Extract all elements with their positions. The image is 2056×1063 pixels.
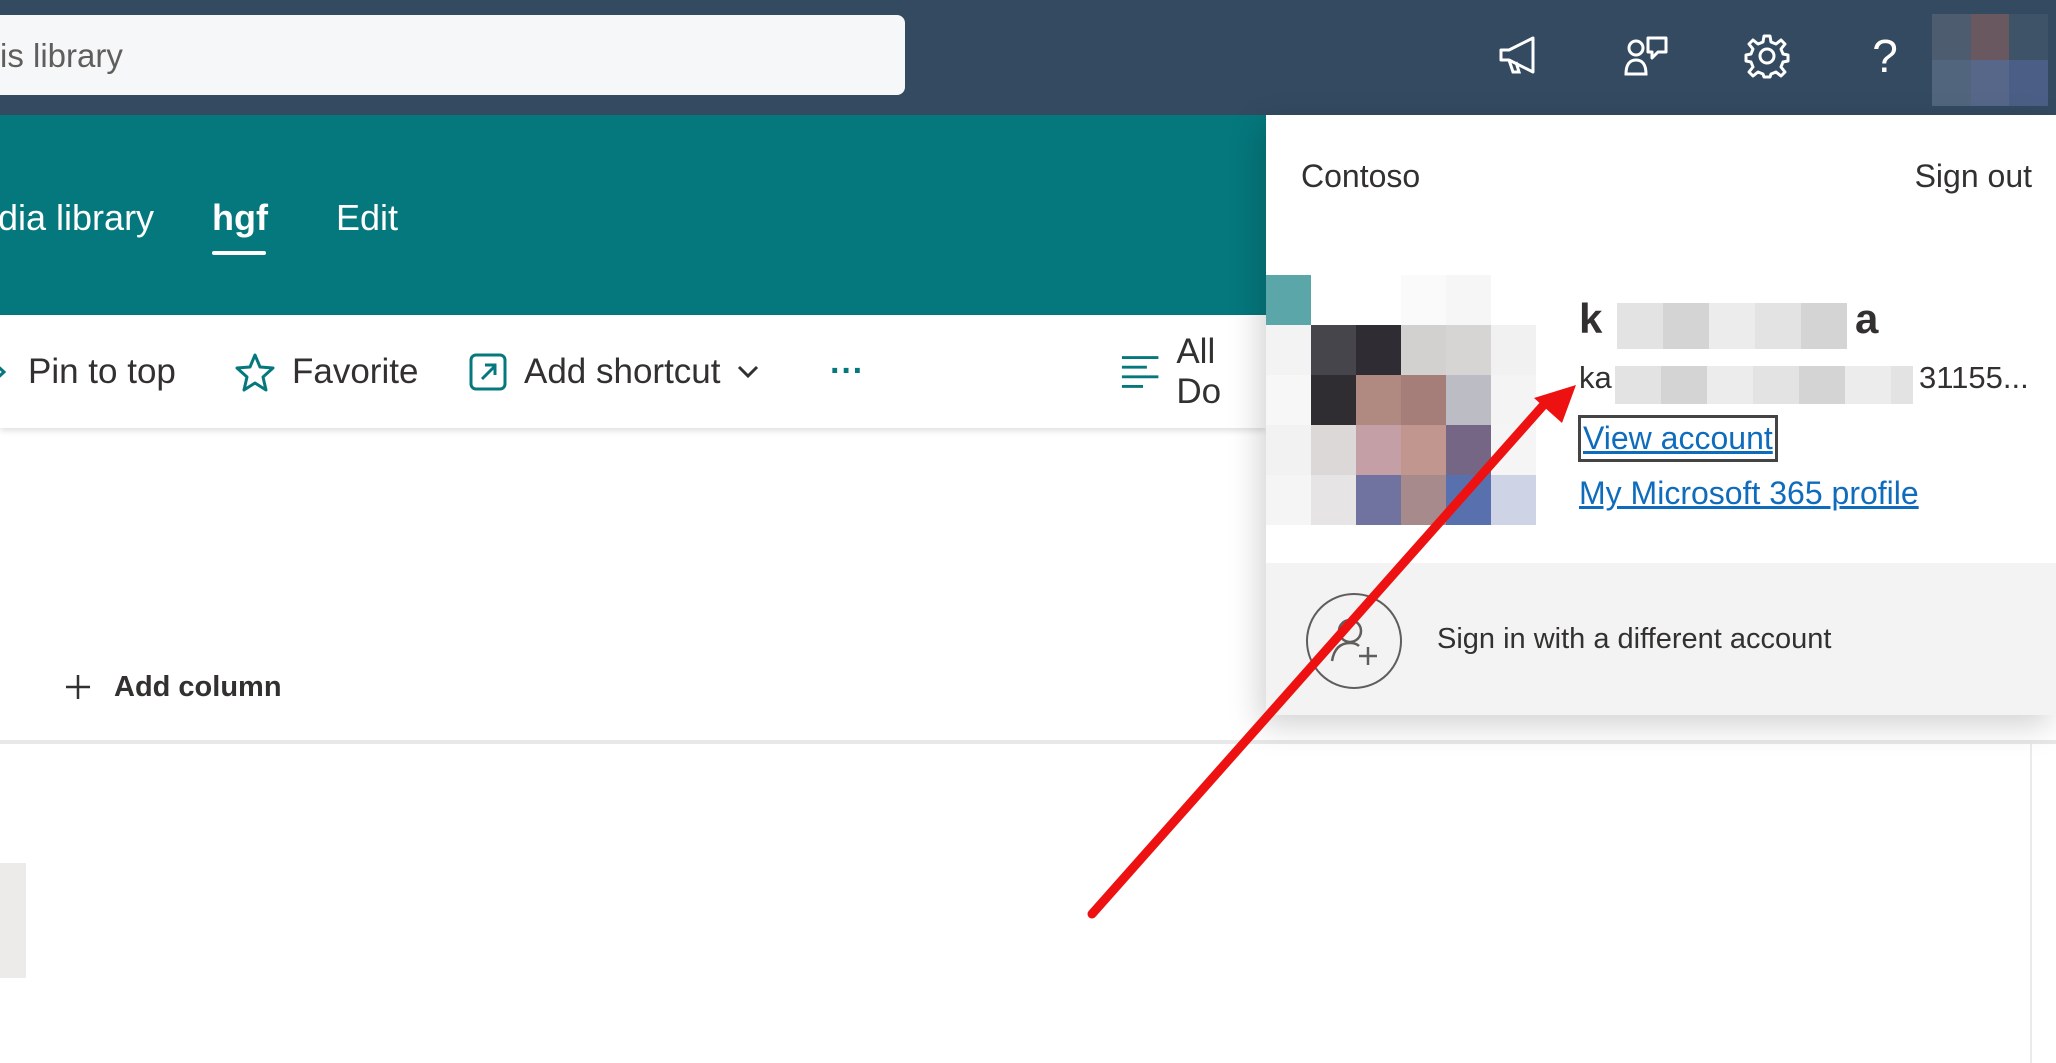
more-icon: ···	[830, 352, 864, 390]
avatar[interactable]	[1932, 14, 2048, 106]
view-switcher[interactable]: All Do	[1120, 315, 1266, 428]
pin-to-top-label: Pin to top	[28, 351, 176, 391]
add-column-label: Add column	[114, 670, 282, 703]
pin-to-top-button[interactable]: Pin to top	[0, 315, 176, 428]
more-options-button[interactable]: ···	[830, 315, 864, 428]
account-flyout: Contoso Sign out k a ka 31155... View ac…	[1266, 115, 2056, 715]
user-email-start: ka	[1579, 360, 1612, 395]
add-shortcut-button[interactable]: Add shortcut	[468, 315, 775, 428]
search-box[interactable]: is library	[0, 15, 905, 95]
list-divider	[0, 740, 2056, 744]
view-account-link[interactable]: View account	[1578, 415, 1778, 462]
list-view-icon	[1121, 355, 1159, 388]
command-bar: Pin to top Favorite Add shortcut ··· All…	[0, 315, 1266, 428]
add-person-icon	[1306, 593, 1402, 689]
shortcut-icon	[469, 353, 507, 390]
chevron-down-icon	[737, 365, 758, 378]
favorite-button[interactable]: Favorite	[234, 315, 418, 428]
help-glyph: ?	[1872, 30, 1898, 82]
user-email: ka 31155...	[1579, 360, 2039, 410]
add-column-button[interactable]: Add column	[64, 664, 282, 710]
help-icon[interactable]: ?	[1855, 26, 1915, 86]
user-display-name: k a	[1579, 295, 1899, 355]
star-icon	[235, 353, 275, 391]
user-name-start: k	[1579, 295, 1603, 342]
sign-out-link[interactable]: Sign out	[1915, 158, 2032, 195]
nav-item-hgf[interactable]: hgf	[212, 197, 268, 239]
nav-item-edit[interactable]: Edit	[336, 197, 398, 239]
active-nav-indicator	[212, 251, 266, 255]
user-name-end: a	[1855, 295, 1879, 342]
suite-bar: is library ?	[0, 0, 2056, 115]
profile-photo	[1266, 275, 1536, 525]
plus-icon	[66, 675, 90, 699]
row-selection-block	[0, 863, 26, 978]
search-input-text[interactable]: is library	[0, 37, 123, 75]
view-label: All Do	[1176, 331, 1222, 411]
pin-icon	[0, 365, 7, 378]
add-shortcut-label: Add shortcut	[524, 351, 721, 391]
redacted-name	[1617, 303, 1847, 349]
megaphone-icon[interactable]	[1490, 26, 1550, 86]
sign-in-different-account-label: Sign in with a different account	[1437, 623, 1832, 655]
favorite-label: Favorite	[292, 351, 419, 391]
nav-item-media-library[interactable]: dia library	[0, 197, 154, 239]
feedback-icon[interactable]	[1617, 26, 1677, 86]
user-email-end: 31155...	[1919, 360, 2029, 395]
m365-profile-link[interactable]: My Microsoft 365 profile	[1579, 475, 1919, 512]
sign-in-different-account-button[interactable]: Sign in with a different account	[1266, 563, 2056, 715]
redacted-email	[1615, 366, 1913, 404]
gear-icon[interactable]	[1737, 26, 1797, 86]
site-header: dia library hgf Edit	[0, 115, 1266, 315]
organization-name: Contoso	[1301, 158, 1421, 194]
scrollbar-track[interactable]	[2030, 744, 2032, 1063]
